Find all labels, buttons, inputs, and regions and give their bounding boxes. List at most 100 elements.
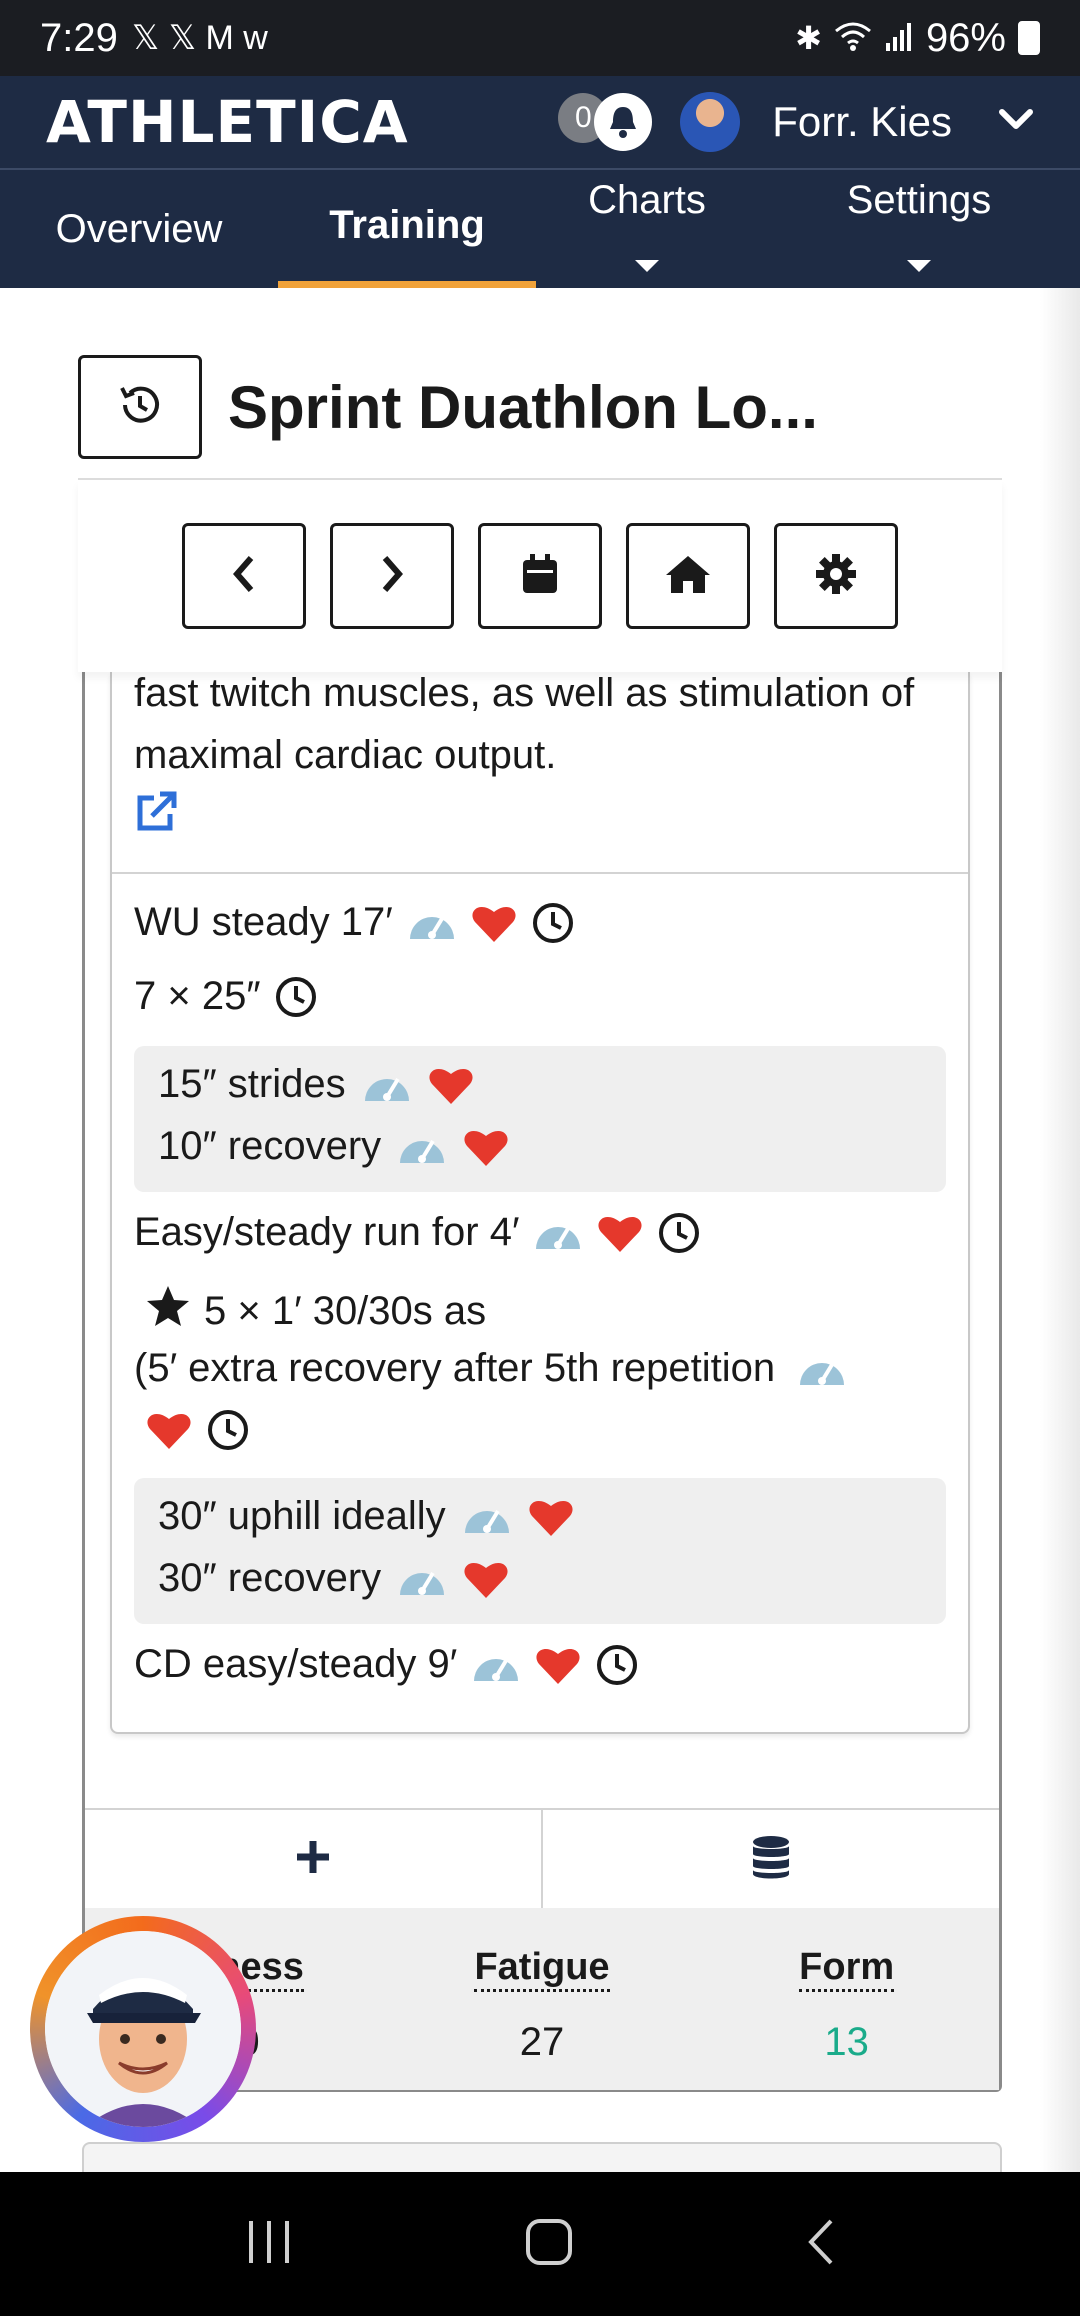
app-header: ATHLETICA 0 Forr. Kies bbox=[0, 76, 1080, 170]
caret-down-icon bbox=[635, 260, 659, 272]
divider bbox=[112, 872, 968, 874]
workout-step-key: 5 × 1′ 30/30s as bbox=[146, 1284, 486, 1338]
heart-rate-icon[interactable] bbox=[535, 1644, 581, 1686]
tab-label: Overview bbox=[55, 206, 223, 251]
workout-nav-toolbar bbox=[78, 480, 1002, 672]
workout-step: WU steady 17′ bbox=[134, 900, 575, 945]
card-actions bbox=[85, 1808, 999, 1908]
next-card bbox=[82, 2142, 1002, 2172]
pace-gauge-icon[interactable] bbox=[407, 903, 457, 943]
fatigue-stat[interactable]: Fatigue 27 bbox=[390, 1908, 695, 2090]
tab-overview[interactable]: Overview bbox=[0, 170, 278, 288]
clock-icon[interactable] bbox=[531, 901, 575, 945]
stat-value: 27 bbox=[519, 2020, 565, 2064]
history-icon bbox=[117, 382, 163, 433]
history-button[interactable] bbox=[78, 355, 202, 459]
tab-label: Training bbox=[329, 203, 485, 247]
heart-rate-icon[interactable] bbox=[463, 1126, 509, 1168]
form-stat[interactable]: Form 13 bbox=[694, 1908, 999, 2090]
pace-gauge-icon[interactable] bbox=[362, 1065, 412, 1105]
database-icon bbox=[751, 1834, 791, 1885]
recent-apps-icon[interactable] bbox=[245, 2219, 293, 2270]
database-button[interactable] bbox=[543, 1810, 999, 1908]
workout-step: 7 × 25″ bbox=[134, 974, 318, 1019]
main-tabs: Overview Training Charts Settings bbox=[0, 170, 1080, 288]
clock-icon[interactable] bbox=[595, 1643, 639, 1687]
stat-value: 13 bbox=[824, 2020, 869, 2064]
calendar-icon bbox=[520, 552, 560, 601]
workout-step: CD easy/steady 9′ bbox=[134, 1642, 639, 1687]
battery-icon bbox=[1018, 21, 1040, 55]
home-button[interactable] bbox=[626, 523, 750, 629]
step-text: 10″ recovery bbox=[158, 1124, 382, 1168]
user-name[interactable]: Forr. Kies bbox=[772, 98, 952, 146]
system-navigation-bar bbox=[0, 2172, 1080, 2316]
notification-icons: 𝕏 𝕏 M w bbox=[131, 19, 268, 57]
status-bar: 7:29 𝕏 𝕏 M w ✱ 96% bbox=[0, 0, 1080, 76]
home-nav-icon[interactable] bbox=[524, 2217, 574, 2272]
external-link-icon[interactable] bbox=[134, 790, 178, 839]
calendar-button[interactable] bbox=[478, 523, 602, 629]
step-text: 30″ uphill ideally bbox=[158, 1494, 446, 1538]
workout-description: fast twitch muscles, as well as stimulat… bbox=[134, 671, 915, 777]
battery-text: 96% bbox=[925, 15, 1006, 60]
coach-avatar-button[interactable] bbox=[30, 1916, 256, 2142]
clock-icon[interactable] bbox=[657, 1211, 701, 1255]
tab-charts[interactable]: Charts bbox=[536, 170, 758, 288]
heart-rate-icon[interactable] bbox=[471, 902, 517, 944]
workout-title: Sprint Duathlon Lo... bbox=[228, 373, 818, 441]
step-text: 15″ strides bbox=[158, 1062, 346, 1106]
scroll-edge-shadow bbox=[1040, 288, 1080, 2172]
bell-icon bbox=[594, 93, 653, 151]
tab-label: Charts bbox=[588, 178, 706, 222]
user-avatar[interactable] bbox=[680, 92, 741, 152]
pace-gauge-icon[interactable] bbox=[471, 1645, 521, 1685]
tab-label: Settings bbox=[846, 178, 992, 222]
step-text: (5′ extra recovery after 5th repetition bbox=[134, 1346, 776, 1390]
workout-step-note-icons bbox=[146, 1408, 250, 1452]
notifications-button[interactable]: 0 bbox=[558, 87, 658, 157]
signal-icon bbox=[884, 16, 914, 61]
home-icon bbox=[663, 553, 713, 600]
pace-gauge-icon[interactable] bbox=[397, 1127, 447, 1167]
clock-icon[interactable] bbox=[206, 1408, 250, 1452]
athletica-logo[interactable]: ATHLETICA bbox=[46, 88, 409, 156]
wifi-icon bbox=[834, 16, 872, 61]
workout-step: Easy/steady run for 4′ bbox=[134, 1210, 701, 1255]
step-text: 30″ recovery bbox=[158, 1556, 382, 1600]
step-text: 7 × 25″ bbox=[134, 974, 261, 1018]
heart-rate-icon[interactable] bbox=[597, 1212, 643, 1254]
repeat-substep: 15″ strides bbox=[158, 1062, 474, 1107]
pace-gauge-icon[interactable] bbox=[397, 1559, 447, 1599]
heart-rate-icon[interactable] bbox=[463, 1558, 509, 1600]
back-nav-icon[interactable] bbox=[805, 2217, 835, 2272]
add-button[interactable] bbox=[85, 1810, 543, 1908]
stat-label: Fatigue bbox=[474, 1946, 610, 1992]
pace-gauge-icon[interactable] bbox=[533, 1213, 583, 1253]
stat-label: Form bbox=[799, 1946, 895, 1992]
star-icon bbox=[146, 1284, 190, 1338]
heart-rate-icon[interactable] bbox=[428, 1064, 474, 1106]
next-button[interactable] bbox=[330, 523, 454, 629]
repeat-substep: 30″ recovery bbox=[158, 1556, 509, 1601]
heart-rate-icon[interactable] bbox=[146, 1409, 192, 1451]
gear-icon bbox=[814, 552, 858, 601]
step-text: WU steady 17′ bbox=[134, 900, 393, 944]
coach-avatar bbox=[45, 1931, 241, 2127]
step-text: 5 × 1′ 30/30s as bbox=[204, 1288, 487, 1333]
previous-button[interactable] bbox=[182, 523, 306, 629]
repeat-substep: 10″ recovery bbox=[158, 1124, 509, 1169]
heart-rate-icon[interactable] bbox=[528, 1496, 574, 1538]
tab-settings[interactable]: Settings bbox=[758, 170, 1080, 288]
pace-gauge-icon[interactable] bbox=[797, 1349, 847, 1389]
workout-step-note: (5′ extra recovery after 5th repetition bbox=[134, 1346, 847, 1391]
pace-gauge-icon[interactable] bbox=[462, 1497, 512, 1537]
chevron-down-icon[interactable] bbox=[998, 108, 1034, 137]
tab-training[interactable]: Training bbox=[278, 170, 536, 288]
caret-down-icon bbox=[907, 260, 931, 272]
clock-icon[interactable] bbox=[274, 975, 318, 1019]
settings-button[interactable] bbox=[774, 523, 898, 629]
chevron-left-icon bbox=[229, 554, 259, 599]
step-text: Easy/steady run for 4′ bbox=[134, 1210, 520, 1254]
repeat-substep: 30″ uphill ideally bbox=[158, 1494, 574, 1539]
